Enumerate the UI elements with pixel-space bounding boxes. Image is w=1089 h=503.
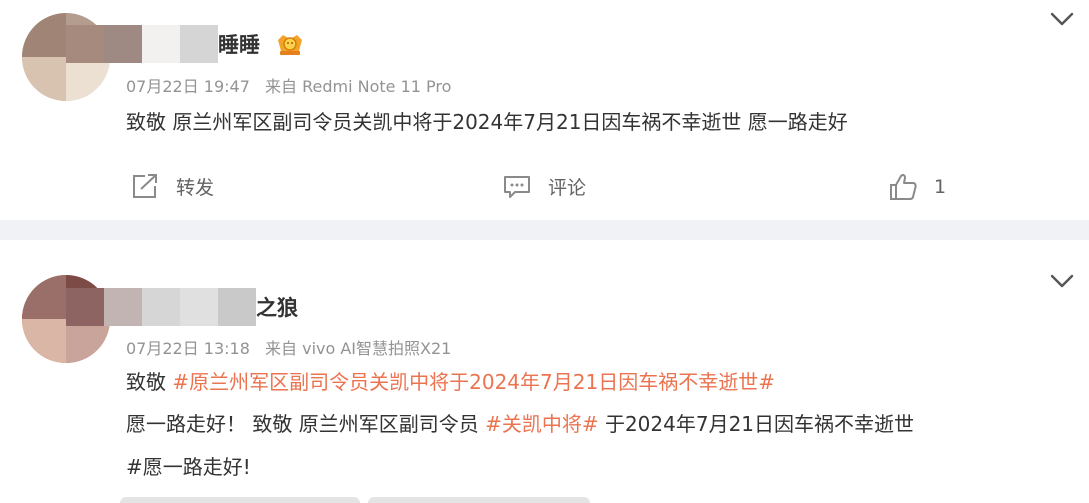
image-thumbnail[interactable] [120, 497, 360, 503]
image-thumbnail[interactable] [368, 497, 590, 503]
username-text: 睡睡 [218, 33, 260, 57]
username[interactable]: 睡睡 [66, 25, 306, 63]
username-text: 之狼 [256, 296, 298, 320]
text-segment: 致敬 [126, 370, 173, 394]
post-source: 来自 vivo AI智慧拍照X21 [265, 339, 452, 358]
post-meta: 07月22日 19:47 来自 Redmi Note 11 Pro [126, 73, 461, 97]
like-count: 1 [934, 176, 947, 198]
username-mosaic [66, 25, 218, 63]
hashtag-link[interactable]: #关凯中将# [485, 412, 599, 436]
post-date[interactable]: 07月22日 13:18 [126, 339, 250, 358]
comment-icon [504, 176, 530, 198]
username-mosaic [66, 288, 256, 326]
post-meta: 07月22日 13:18 来自 vivo AI智慧拍照X21 [126, 335, 461, 359]
like-button[interactable]: 1 [888, 172, 946, 202]
hashtag-link[interactable]: #原兰州军区副司令员关凯中将于2024年7月21日因车祸不幸逝世# [172, 370, 775, 394]
text-segment: 于2024年7月21日因车祸不幸逝世 [598, 412, 915, 436]
vip-crown-badge-icon[interactable] [274, 30, 306, 58]
comment-button[interactable]: 评论 [502, 172, 586, 200]
chevron-down-icon[interactable] [1050, 11, 1074, 27]
like-icon [890, 173, 917, 200]
post-content-line: 致敬 #原兰州军区副司令员关凯中将于2024年7月21日因车祸不幸逝世# [126, 368, 775, 396]
username[interactable]: 之狼 [66, 288, 298, 326]
post-content-line: #愿一路走好! [126, 455, 251, 479]
post-date[interactable]: 07月22日 19:47 [126, 77, 250, 96]
post-separator [0, 220, 1089, 240]
chevron-down-icon[interactable] [1050, 273, 1074, 289]
post-card: 睡睡 07月22日 19:47 来自 Redmi Note 11 Pro 致敬 … [0, 0, 1089, 220]
text-segment: 愿一路走好！ 致敬 原兰州军区副司令员 [126, 412, 486, 436]
post-card: 之狼 07月22日 13:18 来自 vivo AI智慧拍照X21 致敬 #原兰… [0, 240, 1089, 503]
post-content-line: 愿一路走好！ 致敬 原兰州军区副司令员 #关凯中将# 于2024年7月21日因车… [126, 410, 914, 438]
repost-button[interactable]: 转发 [130, 172, 214, 200]
repost-label: 转发 [176, 176, 215, 199]
repost-icon [133, 174, 157, 198]
comment-label: 评论 [548, 176, 587, 199]
post-source: 来自 Redmi Note 11 Pro [265, 77, 452, 96]
post-content: 致敬 原兰州军区副司令员关凯中将于2024年7月21日因车祸不幸逝世 愿一路走好 [126, 110, 848, 134]
